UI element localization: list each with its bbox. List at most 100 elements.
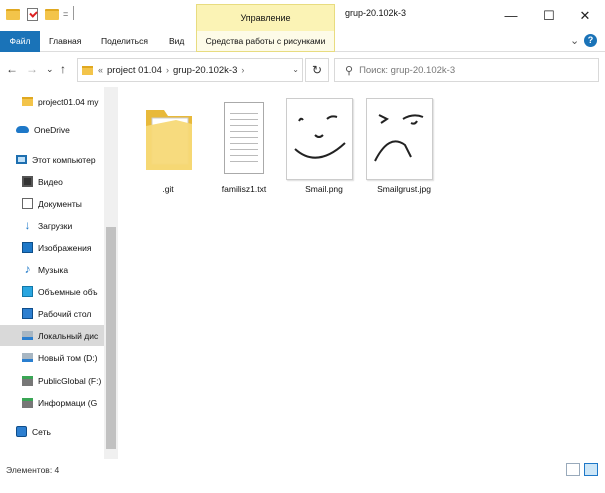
title-bar: = Управление grup-20.102k-3 — ☐ ✕: [0, 0, 605, 31]
sidebar-item-new-volume[interactable]: Новый том (D:): [0, 347, 104, 368]
chevron-right-icon[interactable]: ›: [166, 65, 169, 75]
status-bar: Элементов: 4: [0, 459, 605, 493]
search-input[interactable]: ⚲ Поиск: grup-20.102k-3: [334, 58, 599, 82]
usb-drive-icon: [22, 375, 33, 386]
text-file-icon: [224, 102, 264, 174]
sidebar-item-label: Сеть: [32, 426, 51, 437]
address-bar[interactable]: « project 01.04 › grup-20.102k-3 › ⌄: [77, 58, 303, 82]
sidebar-item-public-global[interactable]: PublicGlobal (F:): [0, 370, 104, 391]
folder-icon: [136, 98, 200, 178]
new-folder-icon[interactable]: [45, 6, 59, 22]
file-list: .git familisz1.txt Smail.png Smailgrust.…: [130, 95, 450, 215]
folder-icon: [6, 6, 20, 22]
title-separator: [73, 6, 74, 20]
breadcrumb-item[interactable]: project 01.04: [107, 65, 162, 76]
navigation-pane: project01.04 my OneDrive Этот компьютер …: [0, 87, 118, 459]
sidebar-item-label: Информаци (G: [38, 397, 98, 408]
sidebar-item-project[interactable]: project01.04 my: [0, 91, 104, 112]
sidebar-item-label: Рабочий стол: [38, 308, 92, 319]
sidebar-item-label: PublicGlobal (F:): [38, 375, 102, 386]
recent-locations-icon[interactable]: ⌄: [46, 64, 54, 75]
sidebar-item-onedrive[interactable]: OneDrive: [0, 119, 104, 140]
computer-icon: [16, 155, 27, 164]
large-icons-view-icon[interactable]: [584, 463, 598, 476]
local-disk-icon: [22, 331, 33, 340]
music-icon: ♪: [24, 262, 31, 276]
address-row: ← → ⌄ ↑ « project 01.04 › grup-20.102k-3…: [0, 53, 605, 87]
tab-picture-tools[interactable]: Средства работы с рисунками: [196, 31, 335, 52]
refresh-button[interactable]: ↻: [305, 58, 329, 82]
close-button[interactable]: ✕: [568, 0, 602, 31]
sidebar-item-label: Видео: [38, 176, 63, 187]
images-icon: [22, 242, 33, 253]
sidebar-item-network[interactable]: Сеть: [0, 421, 104, 442]
search-placeholder: Поиск: grup-20.102k-3: [359, 64, 456, 76]
sidebar-item-desktop[interactable]: Рабочий стол: [0, 303, 104, 324]
up-button[interactable]: ↑: [60, 62, 66, 76]
sidebar-item-label: Документы: [38, 198, 82, 209]
disk-icon: [22, 353, 33, 362]
file-name: Smailgrust.jpg: [377, 184, 431, 194]
file-name: .git: [162, 184, 174, 194]
details-view-icon[interactable]: [566, 463, 580, 476]
maximize-button[interactable]: ☐: [532, 0, 566, 31]
window-title: grup-20.102k-3: [345, 8, 407, 18]
file-name: Smail.png: [305, 184, 343, 194]
sidebar-item-label: Загрузки: [38, 220, 73, 231]
tab-file[interactable]: Файл: [0, 31, 40, 52]
tab-share[interactable]: Поделиться: [95, 31, 154, 52]
back-button[interactable]: ←: [6, 62, 18, 76]
desktop-icon: [22, 308, 33, 319]
properties-icon[interactable]: [27, 6, 38, 22]
file-item-smailgrust-jpg[interactable]: Smailgrust.jpg: [366, 95, 442, 205]
search-icon: ⚲: [345, 64, 354, 77]
image-thumbnail: [286, 98, 353, 180]
network-icon: [16, 426, 27, 437]
sidebar-item-label: project01.04 my: [38, 96, 99, 107]
quick-access-dropdown-icon[interactable]: =: [63, 6, 68, 22]
sidebar-scrollbar[interactable]: [104, 87, 118, 459]
folder-icon: [82, 65, 93, 75]
sidebar-item-label: Изображения: [38, 242, 92, 253]
file-item-smail-png[interactable]: Smail.png: [286, 95, 362, 205]
download-icon: ↓: [24, 218, 31, 232]
tab-home[interactable]: Главная: [43, 31, 87, 52]
document-icon: [22, 198, 33, 209]
sidebar-item-music[interactable]: ♪ Музыка: [0, 259, 104, 280]
ribbon-expand-icon[interactable]: ⌄: [570, 34, 579, 47]
sidebar-item-label: Новый том (D:): [38, 352, 98, 363]
video-icon: [22, 176, 33, 187]
image-thumbnail: [366, 98, 433, 180]
sidebar-item-label: OneDrive: [34, 124, 70, 135]
sidebar-item-local-disk[interactable]: Локальный дис: [0, 325, 104, 346]
3d-objects-icon: [22, 286, 33, 297]
forward-button[interactable]: →: [26, 62, 38, 76]
tab-view[interactable]: Вид: [163, 31, 190, 52]
address-dropdown-icon[interactable]: ⌄: [292, 65, 299, 74]
item-count: Элементов: 4: [6, 465, 60, 475]
file-item-familisz1[interactable]: familisz1.txt: [206, 95, 282, 205]
context-tab-header: Управление: [196, 4, 335, 31]
help-icon[interactable]: ?: [584, 34, 597, 47]
file-item-git[interactable]: .git: [130, 95, 206, 205]
sidebar-item-images[interactable]: Изображения: [0, 237, 104, 258]
usb-drive-icon: [22, 397, 33, 408]
minimize-button[interactable]: —: [494, 0, 528, 31]
sidebar-item-video[interactable]: Видео: [0, 171, 104, 192]
chevron-right-icon[interactable]: ›: [241, 65, 244, 75]
ribbon-tabs: Файл Главная Поделиться Вид Средства раб…: [0, 31, 605, 52]
sidebar-item-this-pc[interactable]: Этот компьютер: [0, 149, 104, 170]
sidebar-item-label: Объемные объ: [38, 286, 98, 297]
cloud-icon: [16, 126, 29, 133]
breadcrumb-item[interactable]: grup-20.102k-3: [173, 65, 237, 76]
sidebar-item-label: Локальный дис: [38, 330, 99, 341]
sidebar-item-3d-objects[interactable]: Объемные объ: [0, 281, 104, 302]
sidebar-item-label: Музыка: [38, 264, 69, 275]
scrollbar-thumb[interactable]: [106, 227, 116, 449]
overflow-icon[interactable]: «: [98, 65, 103, 75]
sidebar-item-information[interactable]: Информаци (G: [0, 392, 104, 413]
sidebar-item-downloads[interactable]: ↓ Загрузки: [0, 215, 104, 236]
folder-icon: [22, 97, 33, 106]
sidebar-item-documents[interactable]: Документы: [0, 193, 104, 214]
sidebar-item-label: Этот компьютер: [32, 154, 96, 165]
